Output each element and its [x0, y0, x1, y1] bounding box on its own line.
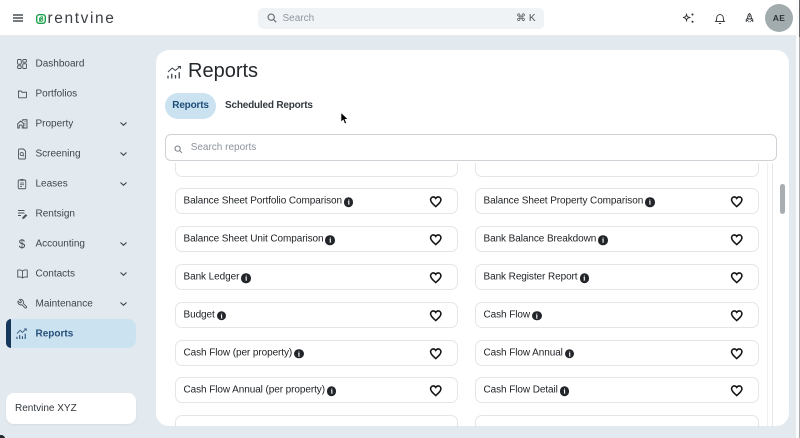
svg-text:$: $	[19, 239, 26, 250]
